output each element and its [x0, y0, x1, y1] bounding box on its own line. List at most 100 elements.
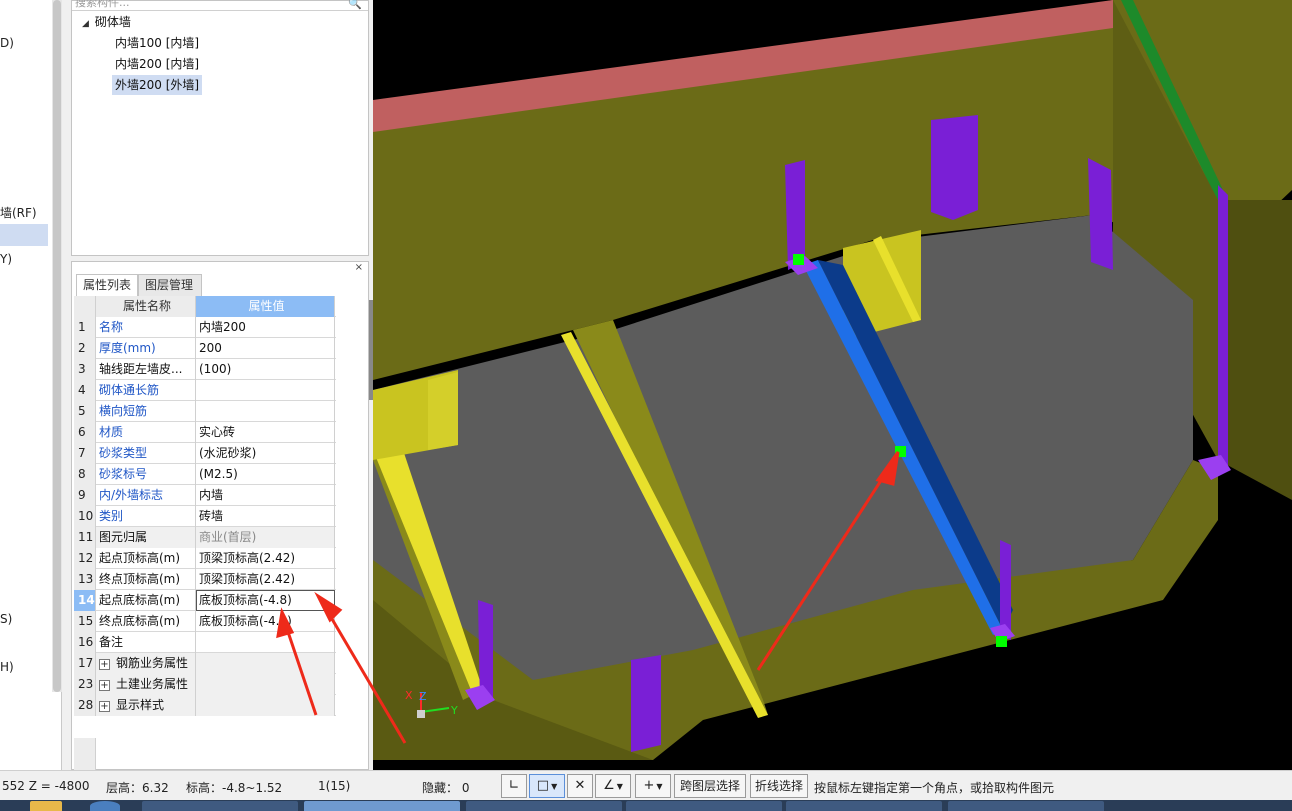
property-row[interactable]: 6 材质 实心砖 — [74, 422, 336, 443]
drawing-tree-item[interactable]: S) — [0, 612, 12, 626]
property-row[interactable]: 8 砂浆标号 (M2.5) — [74, 464, 336, 485]
3d-viewport[interactable]: X Z Y — [373, 0, 1292, 770]
row-number: 5 — [74, 401, 96, 422]
property-value-input[interactable] — [196, 401, 335, 422]
property-row[interactable]: 2 厚度(mm) 200 — [74, 338, 336, 359]
row-number: 1 — [74, 317, 96, 338]
taskbar-app[interactable] — [948, 801, 1104, 811]
row-number: 11 — [74, 527, 96, 548]
property-name: 厚度(mm) — [96, 338, 196, 359]
component-search-input[interactable]: 搜索构件... — [72, 0, 368, 11]
offset-input-icon[interactable]: + ▼ — [635, 774, 671, 798]
property-value-input[interactable]: 顶梁顶标高(2.42) — [196, 569, 335, 590]
expand-triangle-icon[interactable]: ◢ — [82, 19, 89, 29]
3d-scene[interactable]: X Z Y — [373, 0, 1292, 770]
property-row[interactable]: 7 砂浆类型 (水泥砂浆) — [74, 443, 336, 464]
property-value-input[interactable] — [196, 653, 335, 674]
property-row[interactable]: 13 终点顶标高(m) 顶梁顶标高(2.42) — [74, 569, 336, 590]
drawing-tree-item[interactable]: H) — [0, 660, 14, 674]
property-value-input[interactable]: (水泥砂浆) — [196, 443, 335, 464]
property-value-input[interactable]: 底板顶标高(-4.8) — [196, 611, 335, 632]
group-label: 土建业务属性 — [116, 677, 189, 691]
row-number: 14 — [74, 590, 96, 611]
taskbar-app[interactable] — [786, 801, 942, 811]
tab-layer-management[interactable]: 图层管理 — [138, 274, 202, 296]
selection-count: 1(15) — [318, 779, 351, 793]
tree-item-inner-wall-200[interactable]: 内墙200 [内墙] — [112, 54, 202, 74]
tab-property-list[interactable]: 属性列表 — [76, 274, 138, 296]
property-value-input[interactable]: 顶梁顶标高(2.42) — [196, 548, 335, 569]
expand-plus-icon[interactable]: + — [99, 701, 110, 712]
grip-point — [996, 636, 1007, 647]
property-row[interactable]: 4 砌体通长筋 — [74, 380, 336, 401]
property-value-input[interactable] — [196, 674, 335, 695]
drawing-tree-item[interactable]: D) — [0, 36, 14, 50]
dynamic-input-icon[interactable]: ✕ — [567, 774, 593, 798]
property-value-input[interactable]: 200 — [196, 338, 335, 359]
property-row[interactable]: 14 起点底标高(m) 底板顶标高(-4.8) — [74, 590, 336, 611]
row-number: 28 — [74, 695, 96, 716]
drawing-tree-scrollbar[interactable] — [52, 0, 62, 692]
hidden-count: 隐藏： 0 — [422, 781, 470, 795]
search-icon[interactable]: 🔍 — [348, 0, 362, 10]
ortho-mode-icon[interactable]: ∟ — [501, 774, 527, 798]
taskbar-app[interactable] — [626, 801, 782, 811]
tree-root-label: 砌体墙 — [94, 15, 131, 29]
tree-item-inner-wall-100[interactable]: 内墙100 [内墙] — [112, 33, 202, 53]
command-hint: 按鼠标左键指定第一个角点，或拾取构件图元 — [814, 781, 1055, 795]
tree-item-outer-wall-200[interactable]: 外墙200 [外墙] — [112, 75, 203, 95]
property-value-input[interactable]: 商业(首层) — [196, 527, 335, 548]
property-name: 材质 — [96, 422, 196, 443]
property-row[interactable]: 16 备注 — [74, 632, 336, 653]
tree-root-masonry-wall[interactable]: ◢ 砌体墙 — [82, 13, 131, 31]
drawing-tree-item[interactable]: 墙(RF) — [0, 204, 37, 221]
property-row[interactable]: 23 + 土建业务属性 — [74, 674, 336, 695]
property-name: 砂浆标号 — [96, 464, 196, 485]
row-number: 23 — [74, 674, 96, 695]
property-value-input[interactable] — [196, 632, 335, 653]
drawing-tree-item[interactable]: Y) — [0, 252, 12, 266]
purple-column — [631, 655, 661, 752]
property-name: 图元归属 — [96, 527, 196, 548]
property-row[interactable]: 5 横向短筋 — [74, 401, 336, 422]
property-row[interactable]: 17 + 钢筋业务属性 — [74, 653, 336, 674]
property-row[interactable]: 10 类别 砖墙 — [74, 506, 336, 527]
property-row[interactable]: 3 轴线距左墙皮... (100) — [74, 359, 336, 380]
taskbar-app-active[interactable] — [304, 801, 460, 811]
header-value-cell: 属性值 — [196, 296, 335, 317]
property-name: 名称 — [96, 317, 196, 338]
expand-plus-icon[interactable]: + — [99, 680, 110, 691]
drawing-tree-selection[interactable] — [0, 224, 48, 246]
taskbar-folder-icon[interactable] — [30, 801, 62, 811]
cross-layer-select-button[interactable]: 跨图层选择 — [674, 774, 746, 798]
property-value-input[interactable] — [196, 695, 335, 716]
polyline-select-button[interactable]: 折线选择 — [750, 774, 808, 798]
property-row[interactable]: 11 图元归属 商业(首层) — [74, 527, 336, 548]
property-value-input[interactable]: (M2.5) — [196, 464, 335, 485]
property-value-input[interactable]: (100) — [196, 359, 335, 380]
property-row[interactable]: 15 终点底标高(m) 底板顶标高(-4.8) — [74, 611, 336, 632]
taskbar-app[interactable] — [466, 801, 622, 811]
property-row[interactable]: 9 内/外墙标志 内墙 — [74, 485, 336, 506]
scrollbar-thumb[interactable] — [53, 0, 61, 692]
property-name: + 土建业务属性 — [96, 674, 196, 695]
property-value-input[interactable]: 底板顶标高(-4.8) — [196, 590, 335, 611]
close-icon[interactable]: × — [355, 262, 363, 273]
property-value-input[interactable]: 内墙200 — [196, 317, 335, 338]
property-value-input[interactable]: 内墙 — [196, 485, 335, 506]
floor-height: 层高：6.32 — [106, 781, 169, 795]
property-name: + 显示样式 — [96, 695, 196, 716]
property-value-input[interactable] — [196, 380, 335, 401]
property-value-input[interactable]: 砖墙 — [196, 506, 335, 527]
property-row[interactable]: 1 名称 内墙200 — [74, 317, 336, 338]
object-snap-icon[interactable]: □ ▼ — [529, 774, 565, 798]
purple-column — [931, 115, 978, 220]
expand-plus-icon[interactable]: + — [99, 659, 110, 670]
property-value-input[interactable]: 实心砖 — [196, 422, 335, 443]
property-row[interactable]: 28 + 显示样式 — [74, 695, 336, 716]
property-row[interactable]: 12 起点顶标高(m) 顶梁顶标高(2.42) — [74, 548, 336, 569]
taskbar-browser-icon[interactable] — [90, 801, 120, 811]
drawing-tree-panel: D) 墙(RF) Y) S) H) — [0, 0, 62, 770]
angle-snap-icon[interactable]: ∠ ▼ — [595, 774, 631, 798]
taskbar-app[interactable] — [142, 801, 298, 811]
